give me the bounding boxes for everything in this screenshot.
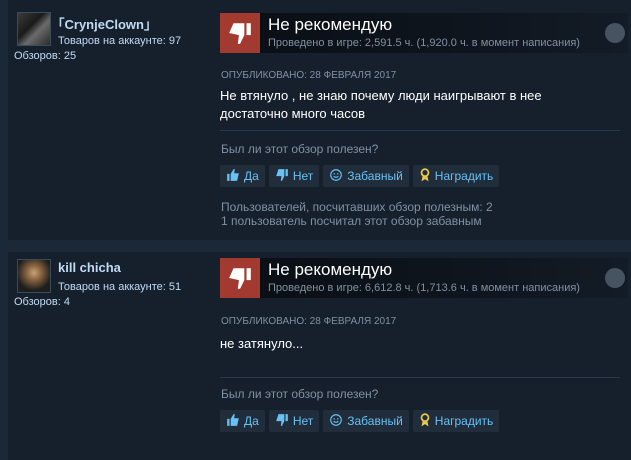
vote-no-button[interactable]: Нет bbox=[268, 165, 320, 187]
vote-header[interactable]: Не рекомендую Проведено в игре: 2,591.5 … bbox=[220, 13, 628, 53]
posted-date: Опубликовано: 28 февраля 2017 bbox=[221, 70, 397, 81]
award-icon bbox=[419, 412, 431, 430]
helpful-question: Был ли этот обзор полезен? bbox=[221, 142, 379, 156]
review-text-line: не затянуло... bbox=[220, 336, 304, 351]
smiley-icon bbox=[329, 168, 343, 185]
vote-funny-button[interactable]: Забавный bbox=[323, 165, 409, 187]
vote-yes-button[interactable]: Да bbox=[220, 165, 265, 187]
review-stats: Пользователей, посчитавших обзор полезны… bbox=[221, 200, 493, 228]
divider bbox=[220, 377, 620, 378]
hours-played: Проведено в игре: 2,591.5 ч. (1,920.0 ч.… bbox=[268, 37, 580, 49]
review-verdict: Не рекомендую bbox=[268, 260, 393, 279]
avatar[interactable] bbox=[17, 259, 51, 293]
review-card: kill chicha Товаров на аккаунте: 51 Обзо… bbox=[8, 252, 631, 460]
funny-count: 1 пользователь посчитал этот обзор забав… bbox=[221, 214, 482, 228]
vote-buttons: Да Нет Забавный Наградить bbox=[220, 165, 500, 187]
posted-date: Опубликовано: 28 февраля 2017 bbox=[221, 316, 397, 327]
award-icon bbox=[419, 167, 431, 185]
award-label: Наградить bbox=[434, 414, 494, 428]
award-button[interactable]: Наградить bbox=[412, 165, 500, 187]
vote-header[interactable]: Не рекомендую Проведено в игре: 6,612.8 … bbox=[220, 258, 628, 298]
vote-no-label: Нет bbox=[292, 414, 314, 428]
review-text-line: Не втянуло , не знаю почему люди наигрыв… bbox=[220, 88, 542, 103]
review-separator bbox=[0, 240, 631, 252]
reviewer-name[interactable]: kill chicha bbox=[58, 260, 121, 275]
vote-funny-label: Забавный bbox=[347, 414, 403, 428]
vote-no-label: Нет bbox=[292, 169, 314, 183]
thumbs-down-icon bbox=[220, 13, 260, 53]
reviews-count[interactable]: Обзоров: 4 bbox=[14, 296, 70, 308]
steam-icon bbox=[605, 23, 625, 43]
vote-yes-button[interactable]: Да bbox=[220, 410, 265, 432]
vote-no-button[interactable]: Нет bbox=[268, 410, 320, 432]
review-verdict: Не рекомендую bbox=[268, 15, 393, 34]
award-button[interactable]: Наградить bbox=[412, 410, 500, 432]
thumbs-up-icon bbox=[226, 413, 240, 430]
vote-yes-label: Да bbox=[244, 414, 259, 428]
avatar[interactable] bbox=[17, 12, 51, 46]
review-text: Не втянуло , не знаю почему люди наигрыв… bbox=[220, 87, 600, 123]
thumbs-down-icon bbox=[275, 413, 289, 430]
review-card: ｢CrynjeClown｣ Товаров на аккаунте: 97 Об… bbox=[8, 0, 631, 240]
vote-funny-label: Забавный bbox=[347, 169, 403, 183]
review-text-line: достаточно много часов bbox=[220, 106, 366, 121]
vote-funny-button[interactable]: Забавный bbox=[323, 410, 409, 432]
products-count[interactable]: Товаров на аккаунте: 51 bbox=[58, 281, 181, 293]
reviewer-name[interactable]: ｢CrynjeClown｣ bbox=[58, 14, 150, 33]
vote-buttons: Да Нет Забавный Наградить bbox=[220, 410, 500, 432]
thumbs-down-icon bbox=[220, 258, 260, 298]
vote-yes-label: Да bbox=[244, 169, 259, 183]
products-count[interactable]: Товаров на аккаунте: 97 bbox=[58, 35, 181, 47]
hours-played: Проведено в игре: 6,612.8 ч. (1,713.6 ч.… bbox=[268, 282, 580, 294]
thumbs-down-icon bbox=[275, 168, 289, 185]
award-label: Наградить bbox=[434, 169, 494, 183]
thumbs-up-icon bbox=[226, 168, 240, 185]
helpful-count: Пользователей, посчитавших обзор полезны… bbox=[221, 200, 493, 214]
steam-icon bbox=[605, 268, 625, 288]
review-text: не затянуло... bbox=[220, 335, 600, 353]
smiley-icon bbox=[329, 413, 343, 430]
reviews-count[interactable]: Обзоров: 25 bbox=[14, 50, 76, 62]
helpful-question: Был ли этот обзор полезен? bbox=[221, 387, 379, 401]
divider bbox=[220, 130, 620, 131]
